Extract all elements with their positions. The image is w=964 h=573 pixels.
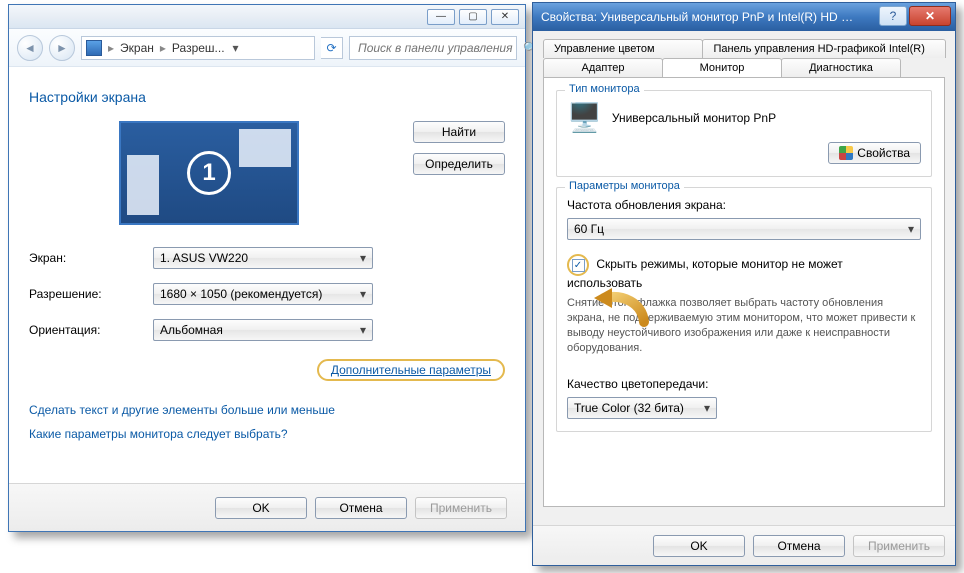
monitor-type-fieldset: Тип монитора 🖥️ Универсальный монитор Pn… [556,90,932,177]
ok-button[interactable]: OK [215,497,307,519]
refresh-button[interactable]: ⟳ [321,37,343,59]
tabs-row-1: Управление цветом Панель управления HD-г… [543,39,945,58]
titlebar: — ▢ ✕ [9,5,525,29]
preview-window-icon [127,155,159,215]
tab-adapter[interactable]: Адаптер [543,58,663,77]
ok-button[interactable]: OK [653,535,745,557]
resolution-combo[interactable]: 1680 × 1050 (рекомендуется) ▾ [153,283,373,305]
cancel-button[interactable]: Отмена [315,497,407,519]
apply-button[interactable]: Применить [853,535,945,557]
chevron-down-icon: ▾ [360,287,366,301]
annotation-ring: Дополнительные параметры [317,359,505,381]
annotation-ring: ✓ [567,254,589,276]
explorer-window: — ▢ ✕ ◄ ► ▸ Экран ▸ Разреш... ▾ ⟳ 🔍 Наст… [8,4,526,532]
minimize-icon: — [436,11,446,22]
footer: OK Отмена Применить [533,525,955,565]
refresh-rate-label: Частота обновления экрана: [567,198,921,212]
chevron-down-icon: ▾ [704,401,710,415]
monitor-type-legend: Тип монитора [565,83,644,95]
nav-forward-button[interactable]: ► [49,35,75,61]
screen-combo[interactable]: 1. ASUS VW220 ▾ [153,247,373,269]
detect-button-label: Определить [425,157,493,171]
page-title: Настройки экрана [29,89,505,105]
screen-combo-value: 1. ASUS VW220 [160,251,248,265]
resolution-label: Разрешение: [29,287,137,301]
apply-button[interactable]: Применить [415,497,507,519]
apply-button-label: Применить [868,539,930,553]
monitor-name: Универсальный монитор PnP [612,111,776,125]
search-input[interactable] [356,40,517,56]
display-icon [86,40,102,56]
breadcrumb-sep-icon: ▸ [158,41,168,55]
resolution-combo-value: 1680 × 1050 (рекомендуется) [160,287,322,301]
color-quality-combo[interactable]: True Color (32 бита) ▾ [567,397,717,419]
monitor-params-fieldset: Параметры монитора Частота обновления эк… [556,187,932,432]
text-size-link[interactable]: Сделать текст и другие элементы больше и… [29,403,505,417]
close-icon: ✕ [501,11,509,22]
advanced-settings-link[interactable]: Дополнительные параметры [325,361,497,379]
chevron-down-icon: ▾ [908,222,914,236]
refresh-rate-combo[interactable]: 60 Гц ▾ [567,218,921,240]
footer: OK Отмена Применить [9,483,525,531]
hide-modes-checkbox[interactable]: ✓ [572,259,585,272]
find-button-label: Найти [442,125,476,139]
maximize-icon: ▢ [468,11,477,22]
tabs-row-2: Адаптер Монитор Диагностика [543,58,945,77]
apply-button-label: Применить [430,501,492,515]
dialog-title: Свойства: Универсальный монитор PnP и In… [541,10,861,24]
chevron-down-icon: ▾ [360,323,366,337]
close-button[interactable]: ✕ [491,9,519,25]
monitor-id-badge: 1 [187,151,231,195]
orientation-combo-value: Альбомная [160,323,223,337]
tab-color-management[interactable]: Управление цветом [543,39,703,58]
monitor-params-legend: Параметры монитора [565,180,684,192]
breadcrumb-dropdown-icon[interactable]: ▾ [229,41,243,55]
breadcrumb-part1[interactable]: Экран [120,41,154,55]
body: Настройки экрана 1 Найти Определить Экра… [9,67,525,463]
detect-button[interactable]: Определить [413,153,505,175]
chevron-down-icon: ▾ [360,251,366,265]
properties-dialog: Свойства: Универсальный монитор PnP и In… [532,2,956,566]
tab-monitor[interactable]: Монитор [662,58,782,77]
cancel-button[interactable]: Отмена [753,535,845,557]
close-button[interactable]: ✕ [909,6,951,26]
titlebar: Свойства: Универсальный монитор PnP и In… [533,3,955,31]
tab-panel-monitor: Тип монитора 🖥️ Универсальный монитор Pn… [543,77,945,507]
refresh-icon: ⟳ [326,41,336,55]
search-input-container: 🔍 [349,36,517,60]
cancel-button-label: Отмена [777,539,820,553]
breadcrumb-sep-icon: ▸ [106,41,116,55]
uac-shield-icon [839,146,853,160]
minimize-button[interactable]: — [427,9,455,25]
orientation-label: Ориентация: [29,323,137,337]
toolbar: ◄ ► ▸ Экран ▸ Разреш... ▾ ⟳ 🔍 [9,29,525,67]
help-icon: ? [890,9,897,23]
ok-button-label: OK [252,501,269,515]
hide-modes-label[interactable]: Скрыть режимы, которые монитор не может … [567,257,843,290]
help-button[interactable]: ? [879,6,907,26]
tab-intel-panel[interactable]: Панель управления HD-графикой Intel(R) [702,39,946,58]
find-button[interactable]: Найти [413,121,505,143]
nav-back-button[interactable]: ◄ [17,35,43,61]
hide-modes-hint: Снятие этого флажка позволяет выбрать ча… [567,296,921,355]
breadcrumb[interactable]: ▸ Экран ▸ Разреш... ▾ [81,36,315,60]
color-quality-label: Качество цветопередачи: [567,377,921,391]
properties-button[interactable]: Свойства [828,142,921,164]
monitor-icon: 🖥️ [567,101,602,134]
breadcrumb-part2[interactable]: Разреш... [172,41,225,55]
which-monitor-link[interactable]: Какие параметры монитора следует выбрать… [29,427,505,441]
tab-diagnostics[interactable]: Диагностика [781,58,901,77]
close-icon: ✕ [925,9,935,23]
preview-window-icon [239,129,291,167]
cancel-button-label: Отмена [339,501,382,515]
monitor-preview[interactable]: 1 [119,121,299,225]
orientation-combo[interactable]: Альбомная ▾ [153,319,373,341]
refresh-rate-value: 60 Гц [574,222,604,236]
maximize-button[interactable]: ▢ [459,9,487,25]
color-quality-value: True Color (32 бита) [574,401,684,415]
ok-button-label: OK [690,539,707,553]
screen-label: Экран: [29,251,137,265]
properties-button-label: Свойства [857,146,910,160]
